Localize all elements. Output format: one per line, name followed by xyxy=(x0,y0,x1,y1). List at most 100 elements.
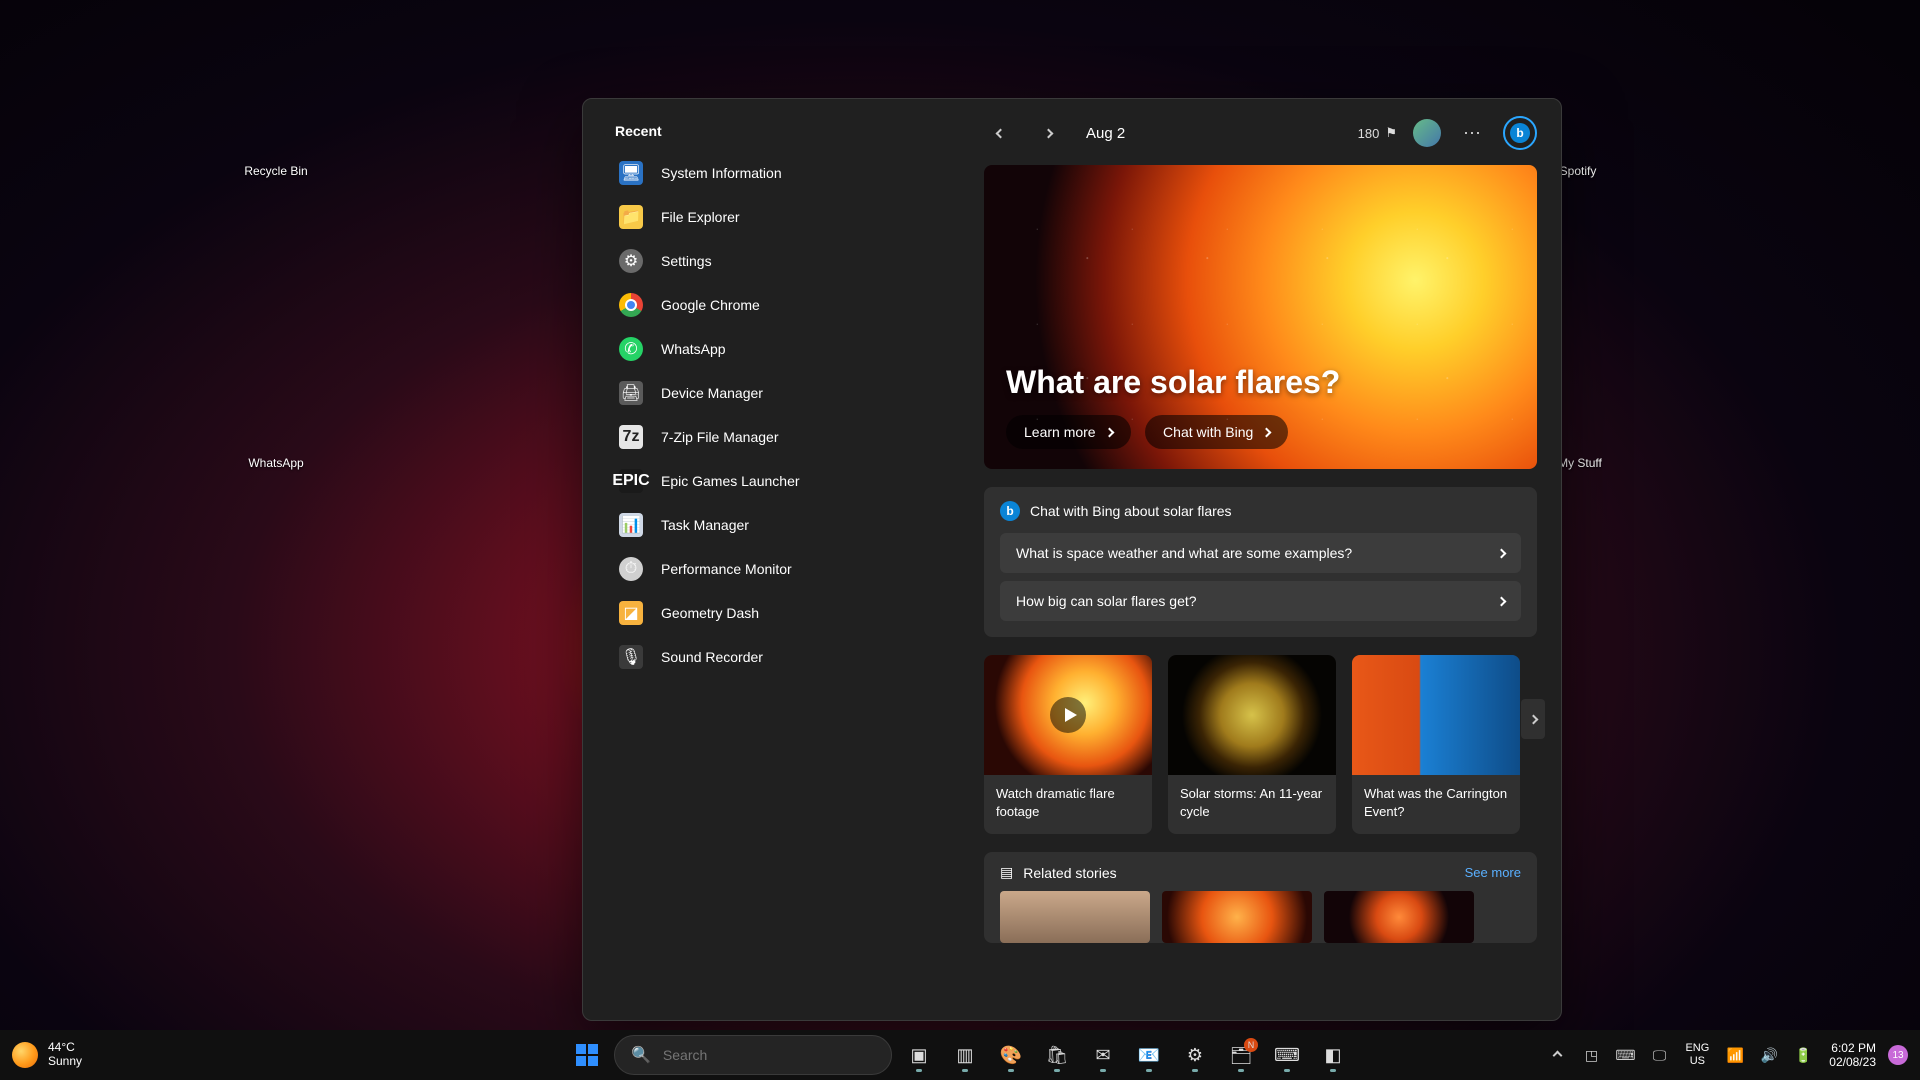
chevron-right-icon xyxy=(1497,596,1507,606)
tray-keyboard-icon[interactable]: ⌨ xyxy=(1611,1041,1639,1069)
language-switcher[interactable]: ENG US xyxy=(1679,1042,1715,1067)
recent-item-geometry-dash[interactable]: ◪Geometry Dash xyxy=(607,591,966,635)
chat-card-title: bChat with Bing about solar flares xyxy=(1000,501,1521,521)
pinned-app-settings[interactable]: ⚙ xyxy=(1176,1036,1214,1074)
recent-item-whatsapp[interactable]: ✆WhatsApp xyxy=(607,327,966,371)
see-more-link[interactable]: See more xyxy=(1465,865,1521,880)
chat-suggestions-card: bChat with Bing about solar flares What … xyxy=(984,487,1537,637)
pinned-app-terminal[interactable]: ⌨ xyxy=(1268,1036,1306,1074)
taskbar-left: 44°C Sunny xyxy=(12,1041,82,1069)
content-card-3[interactable]: What was the Carrington Event? xyxy=(1352,655,1520,834)
card-label: Watch dramatic flare footage xyxy=(984,775,1152,834)
task-view-button[interactable]: ▣ xyxy=(900,1036,938,1074)
cards-next-button[interactable] xyxy=(1521,699,1545,739)
weather-temp: 44°C xyxy=(48,1041,82,1055)
taskbar: 44°C Sunny 🔍 ▣ ▥ 🎨 🛍 ✉ 📧 ⚙ 🗂N ⌨ ◧ ◳ ⌨ 🖵 … xyxy=(0,1030,1920,1080)
pinned-app-explorer[interactable]: 🗂N xyxy=(1222,1036,1260,1074)
app-badge: N xyxy=(1244,1038,1258,1052)
recent-item-device-manager[interactable]: 🖨Device Manager xyxy=(607,371,966,415)
tray-overflow-button[interactable] xyxy=(1543,1041,1571,1069)
wifi-icon[interactable]: 📶 xyxy=(1721,1041,1749,1069)
bing-icon: b xyxy=(1000,501,1020,521)
related-thumb-3[interactable] xyxy=(1324,891,1474,943)
nav-forward-button[interactable] xyxy=(1032,117,1064,149)
widgets-button[interactable]: ▥ xyxy=(946,1036,984,1074)
rewards-points[interactable]: 180⚑ xyxy=(1358,125,1397,141)
pinned-app-generic[interactable]: ◧ xyxy=(1314,1036,1352,1074)
taskbar-center: 🔍 ▣ ▥ 🎨 🛍 ✉ 📧 ⚙ 🗂N ⌨ ◧ xyxy=(568,1035,1352,1075)
weather-condition: Sunny xyxy=(48,1055,82,1069)
content-card-2[interactable]: Solar storms: An 11-year cycle xyxy=(1168,655,1336,834)
search-panel: Recent 🖥System Information 📁File Explore… xyxy=(582,98,1562,1021)
rewards-icon: ⚑ xyxy=(1385,125,1397,141)
chat-with-bing-button[interactable]: Chat with Bing xyxy=(1145,415,1288,449)
sound-recorder-icon: 🎙 xyxy=(619,645,643,669)
battery-icon[interactable]: 🔋 xyxy=(1789,1041,1817,1069)
tray-app-1[interactable]: ◳ xyxy=(1577,1041,1605,1069)
chevron-right-icon xyxy=(1528,714,1538,724)
pinned-app-mail[interactable]: 📧 xyxy=(1130,1036,1168,1074)
recent-item-7zip[interactable]: 7z7-Zip File Manager xyxy=(607,415,966,459)
chevron-up-icon xyxy=(1552,1050,1562,1060)
start-button[interactable] xyxy=(568,1036,606,1074)
recent-item-task-manager[interactable]: 📊Task Manager xyxy=(607,503,966,547)
chat-suggestion-1[interactable]: What is space weather and what are some … xyxy=(1000,533,1521,573)
recent-title: Recent xyxy=(615,123,966,139)
card-label: What was the Carrington Event? xyxy=(1352,775,1520,834)
hero-card[interactable]: What are solar flares? Learn more Chat w… xyxy=(984,165,1537,469)
sevenzip-icon: 7z xyxy=(619,425,643,449)
chevron-right-icon xyxy=(1497,548,1507,558)
related-stories-card: ▤Related stories See more xyxy=(984,852,1537,943)
learn-more-button[interactable]: Learn more xyxy=(1006,415,1131,449)
discover-header: Aug 2 180⚑ ⋯ b xyxy=(984,111,1537,155)
tray-monitor-icon[interactable]: 🖵 xyxy=(1645,1041,1673,1069)
nav-back-button[interactable] xyxy=(984,117,1016,149)
related-thumb-2[interactable] xyxy=(1162,891,1312,943)
desktop-icon-recycle-bin[interactable]: Recycle Bin xyxy=(216,164,336,178)
whatsapp-icon: ✆ xyxy=(619,337,643,361)
header-date: Aug 2 xyxy=(1086,125,1125,142)
discover-pane: Aug 2 180⚑ ⋯ b What are solar flares? Le… xyxy=(978,99,1561,1020)
recent-item-system-information[interactable]: 🖥System Information xyxy=(607,151,966,195)
recent-item-settings[interactable]: ⚙Settings xyxy=(607,239,966,283)
task-manager-icon: 📊 xyxy=(619,513,643,537)
device-manager-icon: 🖨 xyxy=(619,381,643,405)
notification-badge[interactable]: 13 xyxy=(1888,1045,1908,1065)
pinned-app-paint[interactable]: 🎨 xyxy=(992,1036,1030,1074)
related-thumb-1[interactable] xyxy=(1000,891,1150,943)
recent-item-file-explorer[interactable]: 📁File Explorer xyxy=(607,195,966,239)
clock[interactable]: 6:02 PM 02/08/23 xyxy=(1823,1041,1882,1070)
chevron-right-icon xyxy=(1104,427,1114,437)
performance-monitor-icon: ⏱ xyxy=(619,557,643,581)
more-options-button[interactable]: ⋯ xyxy=(1457,119,1487,148)
windows-logo-icon xyxy=(576,1044,598,1066)
recent-item-google-chrome[interactable]: Google Chrome xyxy=(607,283,966,327)
related-title: ▤Related stories xyxy=(1000,864,1117,881)
search-icon: 🔍 xyxy=(631,1045,651,1065)
weather-widget[interactable]: 44°C Sunny xyxy=(12,1041,82,1069)
search-input[interactable] xyxy=(663,1047,875,1063)
system-information-icon: 🖥 xyxy=(619,161,643,185)
epic-games-icon: EPIC xyxy=(619,469,643,493)
card-label: Solar storms: An 11-year cycle xyxy=(1168,775,1336,834)
chat-suggestion-2[interactable]: How big can solar flares get? xyxy=(1000,581,1521,621)
recent-item-sound-recorder[interactable]: 🎙Sound Recorder xyxy=(607,635,966,679)
file-explorer-icon: 📁 xyxy=(619,205,643,229)
pinned-app-outlook[interactable]: ✉ xyxy=(1084,1036,1122,1074)
taskbar-search[interactable]: 🔍 xyxy=(614,1035,892,1075)
user-avatar[interactable] xyxy=(1413,119,1441,147)
recent-pane: Recent 🖥System Information 📁File Explore… xyxy=(583,99,978,1020)
volume-icon[interactable]: 🔊 xyxy=(1755,1041,1783,1069)
chevron-left-icon xyxy=(995,128,1005,138)
recent-item-epic-games[interactable]: EPICEpic Games Launcher xyxy=(607,459,966,503)
geometry-dash-icon: ◪ xyxy=(619,601,643,625)
recent-item-performance-monitor[interactable]: ⏱Performance Monitor xyxy=(607,547,966,591)
video-thumbnail xyxy=(984,655,1152,775)
content-card-1[interactable]: Watch dramatic flare footage xyxy=(984,655,1152,834)
chrome-icon xyxy=(619,293,643,317)
desktop-icon-whatsapp[interactable]: WhatsApp xyxy=(216,456,336,470)
content-cards-row: Watch dramatic flare footage Solar storm… xyxy=(984,655,1537,834)
bing-chat-button[interactable]: b xyxy=(1503,116,1537,150)
settings-icon: ⚙ xyxy=(619,249,643,273)
pinned-app-store[interactable]: 🛍 xyxy=(1038,1036,1076,1074)
